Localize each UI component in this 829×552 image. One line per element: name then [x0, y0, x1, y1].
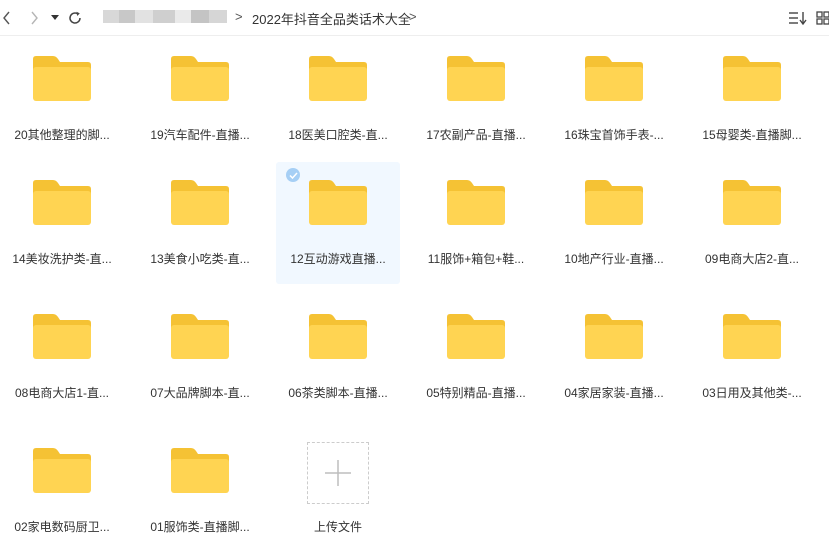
- folder-name: 02家电数码厨卫...: [14, 520, 110, 534]
- breadcrumb-separator: >: [235, 9, 243, 24]
- folder-icon: [585, 56, 643, 101]
- folder-icon: [309, 314, 367, 359]
- folder-item[interactable]: 05特别精品-直播...: [414, 296, 538, 418]
- folder-name: 10地产行业-直播...: [564, 252, 664, 266]
- refresh-button[interactable]: [66, 8, 84, 28]
- folder-name: 18医美口腔类-直...: [288, 128, 388, 142]
- upload-box[interactable]: [307, 442, 369, 504]
- folder-icon: [33, 314, 91, 359]
- folder-name: 11服饰+箱包+鞋...: [427, 252, 525, 266]
- folder-icon: [171, 180, 229, 225]
- folder-icon: [171, 314, 229, 359]
- folder-name: 04家居家装-直播...: [564, 386, 664, 400]
- folder-item[interactable]: 02家电数码厨卫...: [0, 430, 124, 552]
- folder-item[interactable]: 12互动游戏直播...: [276, 162, 400, 284]
- folder-icon: [33, 180, 91, 225]
- folder-item[interactable]: 07大品牌脚本-直...: [138, 296, 262, 418]
- folder-name: 15母婴类-直播脚...: [702, 128, 802, 142]
- folder-item[interactable]: 15母婴类-直播脚...: [690, 38, 814, 160]
- folder-item[interactable]: 11服饰+箱包+鞋...: [414, 162, 538, 284]
- folder-item[interactable]: 17农副产品-直播...: [414, 38, 538, 160]
- folder-item[interactable]: 10地产行业-直播...: [552, 162, 676, 284]
- folder-name: 16珠宝首饰手表-...: [564, 128, 664, 142]
- folder-icon: [171, 56, 229, 101]
- folder-icon: [309, 56, 367, 101]
- folder-item[interactable]: 13美食小吃类-直...: [138, 162, 262, 284]
- folder-name: 20其他整理的脚...: [14, 128, 110, 142]
- folder-item[interactable]: 08电商大店1-直...: [0, 296, 124, 418]
- folder-icon: [585, 314, 643, 359]
- folder-name: 17农副产品-直播...: [426, 128, 526, 142]
- folder-item[interactable]: 20其他整理的脚...: [0, 38, 124, 160]
- chevron-right-icon: [31, 11, 38, 25]
- folder-item[interactable]: 06茶类脚本-直播...: [276, 296, 400, 418]
- folder-icon: [447, 56, 505, 101]
- upload-file-tile[interactable]: 上传文件: [276, 430, 400, 552]
- file-grid: 上传文件 20其他整理的脚... 19汽车配件-直播... 18医美口腔类-直...…: [0, 36, 829, 548]
- folder-icon: [447, 180, 505, 225]
- folder-item[interactable]: 01服饰类-直播脚...: [138, 430, 262, 552]
- folder-name: 13美食小吃类-直...: [150, 252, 250, 266]
- folder-icon: [723, 314, 781, 359]
- folder-icon: [723, 180, 781, 225]
- folder-item[interactable]: 14美妆洗护类-直...: [0, 162, 124, 284]
- grid-view-icon: [816, 11, 829, 25]
- view-mode-button[interactable]: [816, 8, 829, 28]
- folder-item[interactable]: 04家居家装-直播...: [552, 296, 676, 418]
- chevron-left-icon: [3, 11, 10, 25]
- folder-name: 01服饰类-直播脚...: [150, 520, 250, 534]
- folder-name: 05特别精品-直播...: [426, 386, 526, 400]
- caret-down-icon: [51, 15, 59, 20]
- folder-icon: [33, 56, 91, 101]
- forward-button[interactable]: [27, 8, 41, 28]
- folder-name: 09电商大店2-直...: [704, 252, 800, 266]
- folder-icon: [585, 180, 643, 225]
- folder-name: 12互动游戏直播...: [290, 252, 386, 266]
- breadcrumb-current[interactable]: 2022年抖音全品类话术大全: [252, 9, 411, 28]
- breadcrumb-separator: >: [409, 9, 417, 24]
- folder-name: 03日用及其他类-...: [702, 386, 802, 400]
- upload-file-label: 上传文件: [313, 520, 362, 534]
- folder-icon: [171, 448, 229, 493]
- folder-item[interactable]: 03日用及其他类-...: [690, 296, 814, 418]
- folder-name: 19汽车配件-直播...: [150, 128, 250, 142]
- folder-icon: [33, 448, 91, 493]
- sort-button[interactable]: [788, 8, 808, 28]
- folder-name: 08电商大店1-直...: [14, 386, 110, 400]
- selected-check-icon[interactable]: [286, 168, 300, 182]
- folder-name: 14美妆洗护类-直...: [12, 252, 112, 266]
- folder-item[interactable]: 19汽车配件-直播...: [138, 38, 262, 160]
- folder-item[interactable]: 16珠宝首饰手表-...: [552, 38, 676, 160]
- folder-item[interactable]: 09电商大店2-直...: [690, 162, 814, 284]
- folder-icon: [309, 180, 367, 225]
- breadcrumb-obscured: [103, 10, 227, 23]
- plus-icon: [325, 460, 351, 486]
- folder-item[interactable]: 18医美口腔类-直...: [276, 38, 400, 160]
- folder-name: 06茶类脚本-直播...: [288, 386, 388, 400]
- sort-icon: [789, 12, 807, 25]
- back-button[interactable]: [0, 8, 14, 28]
- toolbar: > 2022年抖音全品类话术大全 >: [0, 0, 829, 36]
- history-dropdown-button[interactable]: [50, 8, 60, 28]
- folder-name: 07大品牌脚本-直...: [150, 386, 250, 400]
- folder-icon: [447, 314, 505, 359]
- refresh-icon: [69, 11, 81, 24]
- folder-icon: [723, 56, 781, 101]
